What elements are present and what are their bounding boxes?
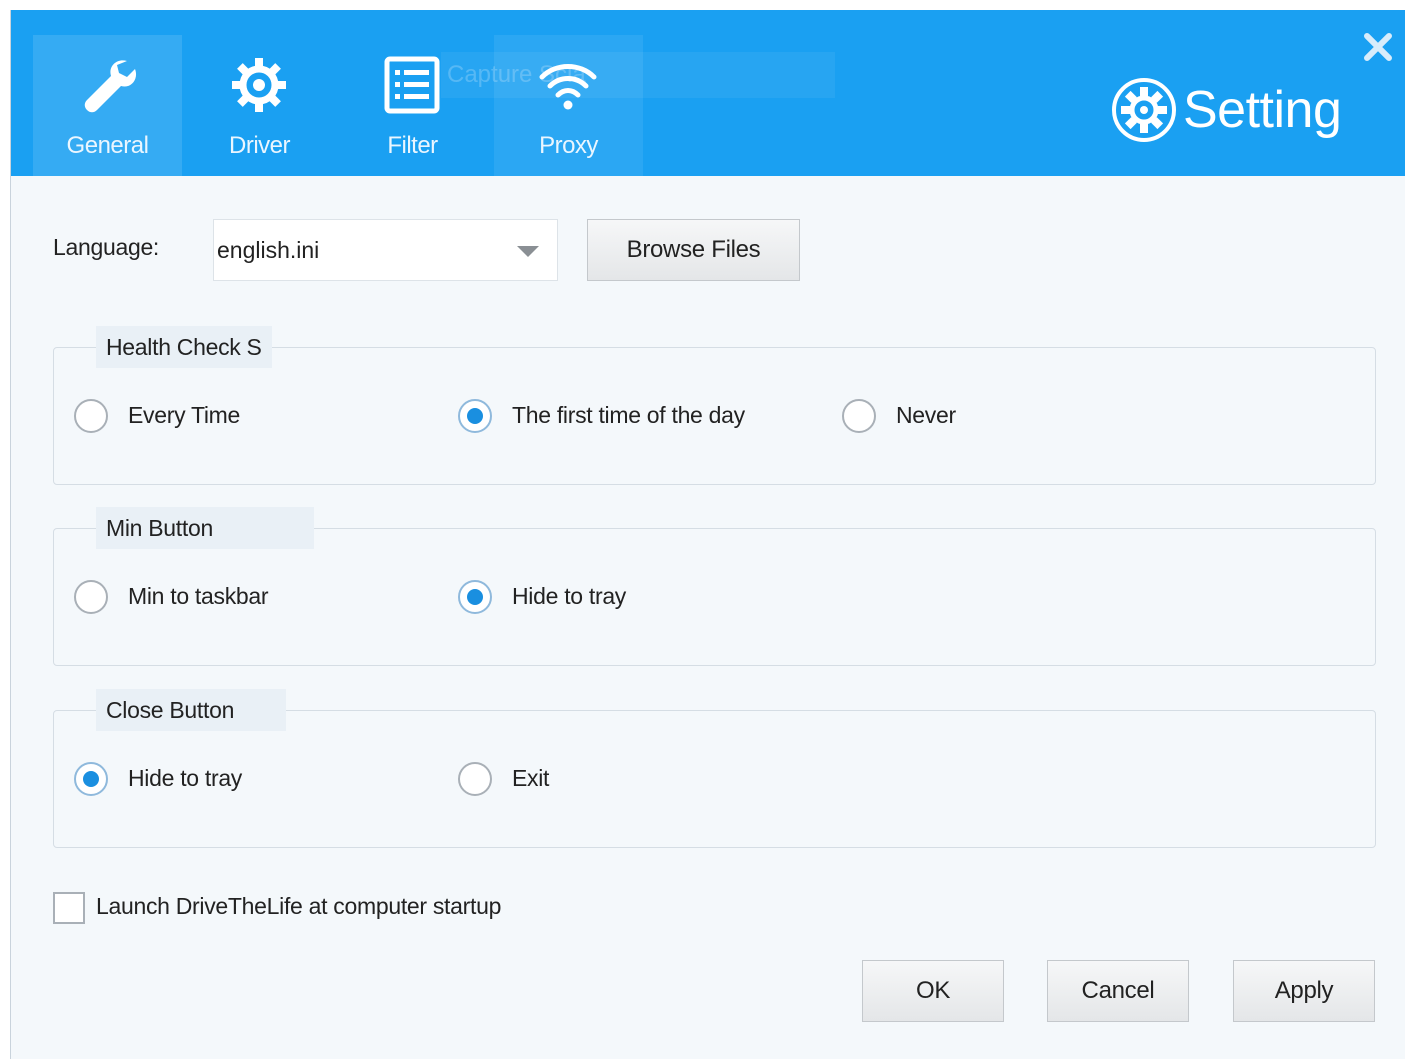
radio-min-to-taskbar[interactable] (74, 580, 108, 614)
tab-filter-label: Filter (387, 132, 438, 159)
tab-general[interactable]: General (33, 35, 182, 176)
radio-min-to-taskbar-label[interactable]: Min to taskbar (128, 583, 269, 610)
radio-every-time-label[interactable]: Every Time (128, 402, 240, 429)
language-select[interactable]: english.ini (213, 219, 558, 281)
page-title: Setting (1183, 81, 1342, 139)
startup-label[interactable]: Launch DriveTheLife at computer startup (96, 893, 501, 920)
close-icon[interactable] (1363, 32, 1393, 62)
tab-proxy-label: Proxy (539, 132, 598, 159)
browse-files-button[interactable]: Browse Files (587, 219, 800, 281)
settings-header: General Driver Filter Capture Scla Proxy… (11, 10, 1405, 176)
settings-brand: Setting (1111, 70, 1342, 150)
wrench-icon (84, 60, 137, 113)
settings-gear-logo-icon (1112, 78, 1176, 142)
radio-exit[interactable] (458, 762, 492, 796)
radio-min-hide-to-tray[interactable] (458, 580, 492, 614)
tab-driver-label: Driver (229, 132, 291, 159)
language-value: english.ini (217, 237, 320, 263)
tab-proxy[interactable]: Proxy (494, 35, 643, 176)
cancel-button[interactable]: Cancel (1047, 960, 1189, 1022)
apply-button[interactable]: Apply (1233, 960, 1375, 1022)
close-button-legend: Close Button (96, 689, 286, 731)
radio-never[interactable] (842, 399, 876, 433)
settings-window: General Driver Filter Capture Scla Proxy… (10, 10, 1405, 1059)
tab-general-label: General (66, 132, 149, 159)
health-check-group: Health Check S Every Time The first time… (53, 326, 1376, 485)
list-icon (384, 56, 440, 114)
radio-first-time-of-day-label[interactable]: The first time of the day (512, 402, 745, 429)
tab-driver[interactable]: Driver (185, 35, 334, 176)
min-button-group: Min Button Min to taskbar Hide to tray (53, 507, 1376, 666)
ok-button[interactable]: OK (862, 960, 1004, 1022)
wifi-icon (539, 64, 597, 110)
gear-icon (232, 58, 286, 112)
close-button-group: Close Button Hide to tray Exit (53, 689, 1376, 848)
min-button-legend: Min Button (96, 507, 314, 549)
health-check-legend: Health Check S (96, 326, 272, 368)
radio-every-time[interactable] (74, 399, 108, 433)
radio-close-hide-to-tray-label[interactable]: Hide to tray (128, 765, 242, 792)
radio-never-label[interactable]: Never (896, 402, 956, 429)
radio-close-hide-to-tray[interactable] (74, 762, 108, 796)
startup-checkbox[interactable] (53, 892, 85, 924)
chevron-down-icon (517, 246, 539, 257)
language-label: Language: (53, 234, 160, 260)
radio-exit-label[interactable]: Exit (512, 765, 549, 792)
radio-min-hide-to-tray-label[interactable]: Hide to tray (512, 583, 626, 610)
radio-first-time-of-day[interactable] (458, 399, 492, 433)
